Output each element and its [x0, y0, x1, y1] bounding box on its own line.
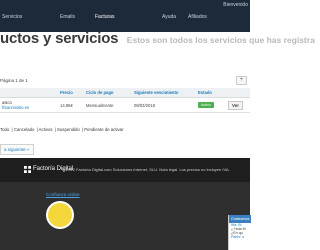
filter-activos[interactable]: Activos — [39, 127, 53, 132]
table-row[interactable]: asico frbanmisitio.es 14,95€ Mensualment… — [0, 97, 250, 113]
next-due-cell: 08/03/2018 — [132, 97, 196, 113]
table-header-row: Precio Ciclo de pago Siguiente vencimien… — [0, 88, 250, 98]
service-domain-link[interactable]: frbanmisitio.es — [2, 105, 58, 110]
action-cell: Ver — [226, 97, 250, 113]
factoria-logo-icon — [24, 166, 31, 173]
chat-header[interactable]: Chateamos — [229, 215, 251, 223]
filter-pendiente[interactable]: Pendiente de activar — [84, 127, 123, 132]
filter-suspendido[interactable]: Suspendido — [57, 127, 80, 132]
nav-item-ayuda[interactable]: Ayuda — [162, 14, 176, 20]
add-button[interactable]: + — [236, 76, 247, 85]
page-count: Página 1 de 1 — [0, 78, 28, 83]
nav-item-afiliados[interactable]: Afiliados — [188, 14, 207, 20]
confianza-online-seal-icon[interactable] — [46, 201, 74, 229]
confianza-online-link[interactable]: Confianza online — [46, 192, 80, 197]
next-page-button[interactable]: a siguiente » — [0, 144, 34, 155]
top-navigation: Servicios Emails Facturas Ayuda Afiliado… — [0, 0, 250, 32]
service-cell: asico frbanmisitio.es — [0, 97, 58, 113]
cycle-cell: Mensualmente — [84, 97, 132, 113]
column-header-cycle[interactable]: Ciclo de pago — [84, 88, 132, 98]
footer: Factoría Digital © 2022 Factoría Digital… — [0, 158, 250, 250]
status-filters: Todo | Cancelado | Activos | Suspendido … — [0, 127, 124, 132]
chat-widget[interactable]: Chateamos Wa: Bi ¿ Hola M ¿En qu Pablo: … — [228, 215, 251, 250]
page-title: uctos y servicios — [0, 30, 119, 47]
nav-item-emails[interactable]: Emails — [60, 14, 75, 20]
page-subtitle: Estos son todos los servicios que has re… — [126, 35, 315, 45]
chat-message: Pablo: s — [231, 235, 244, 239]
user-greeting[interactable]: Bienvenido — [223, 2, 248, 8]
nav-item-servicios[interactable]: Servicios — [2, 14, 22, 20]
column-header-service[interactable] — [0, 88, 58, 98]
status-badge: Activo — [198, 102, 214, 108]
nav-item-facturas[interactable]: Facturas — [95, 14, 114, 20]
services-table: Precio Ciclo de pago Siguiente vencimien… — [0, 88, 250, 113]
column-header-price[interactable]: Precio — [58, 88, 84, 98]
view-button[interactable]: Ver — [228, 100, 244, 110]
filter-cancelado[interactable]: Cancelado — [14, 127, 35, 132]
status-cell: Activo — [196, 97, 226, 113]
filter-todo[interactable]: Todo — [0, 127, 9, 132]
column-header-actions — [226, 88, 250, 98]
page-heading: uctos y servicios Estos son todos los se… — [0, 30, 315, 48]
footer-copyright: © 2022 Factoría Digital.com Soluciones I… — [62, 167, 230, 172]
column-header-status[interactable]: Estado — [196, 88, 226, 98]
footer-brand-row: Factoría Digital © 2022 Factoría Digital… — [0, 158, 250, 182]
column-header-next-due[interactable]: Siguiente vencimiento — [132, 88, 196, 98]
price-cell: 14,95€ — [58, 97, 84, 113]
